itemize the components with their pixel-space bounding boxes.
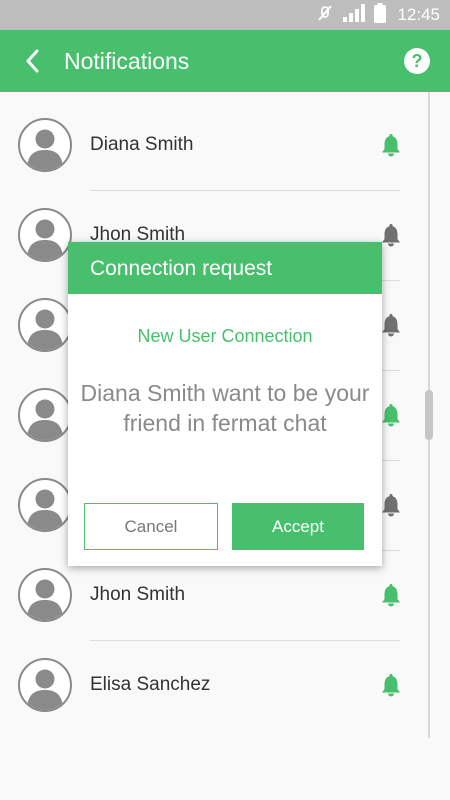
scrollbar-thumb[interactable] [425,390,433,440]
contact-name: Elisa Sanchez [90,674,211,695]
battery-icon [374,2,387,28]
signal-icon [343,3,366,27]
status-icons: 12:45 [316,0,440,30]
page-title: Notifications [64,48,190,74]
accept-button[interactable]: Accept [232,503,364,550]
notification-row[interactable]: Elisa Sanchez [0,640,420,730]
dialog-title: Connection request [68,242,382,294]
dialog-subtitle: New User Connection [137,326,313,346]
status-bar: 12:45 [0,0,450,30]
bell-icon[interactable] [380,494,402,518]
app-bar: Notifications ? [0,30,450,92]
chevron-left-icon [26,49,39,73]
avatar [18,118,72,172]
mute-icon [316,4,334,27]
bell-icon[interactable] [380,674,402,698]
bell-icon[interactable] [380,404,402,428]
avatar [18,568,72,622]
bell-icon[interactable] [380,584,402,608]
back-button[interactable] [14,40,50,82]
contact-name: Diana Smith [90,134,194,155]
bell-icon[interactable] [380,134,402,158]
status-time: 12:45 [397,5,440,24]
cancel-button[interactable]: Cancel [84,503,218,550]
bell-icon[interactable] [380,314,402,338]
notification-row[interactable]: Diana Smith [0,100,420,190]
help-button[interactable]: ? [404,48,430,74]
avatar [18,478,72,532]
avatar [18,298,72,352]
dialog-message: Diana Smith want to be your friend in fe… [80,380,370,436]
connection-request-dialog: Connection request New User Connection D… [68,242,382,566]
avatar [18,658,72,712]
avatar [18,388,72,442]
bell-icon[interactable] [380,224,402,248]
avatar [18,208,72,262]
